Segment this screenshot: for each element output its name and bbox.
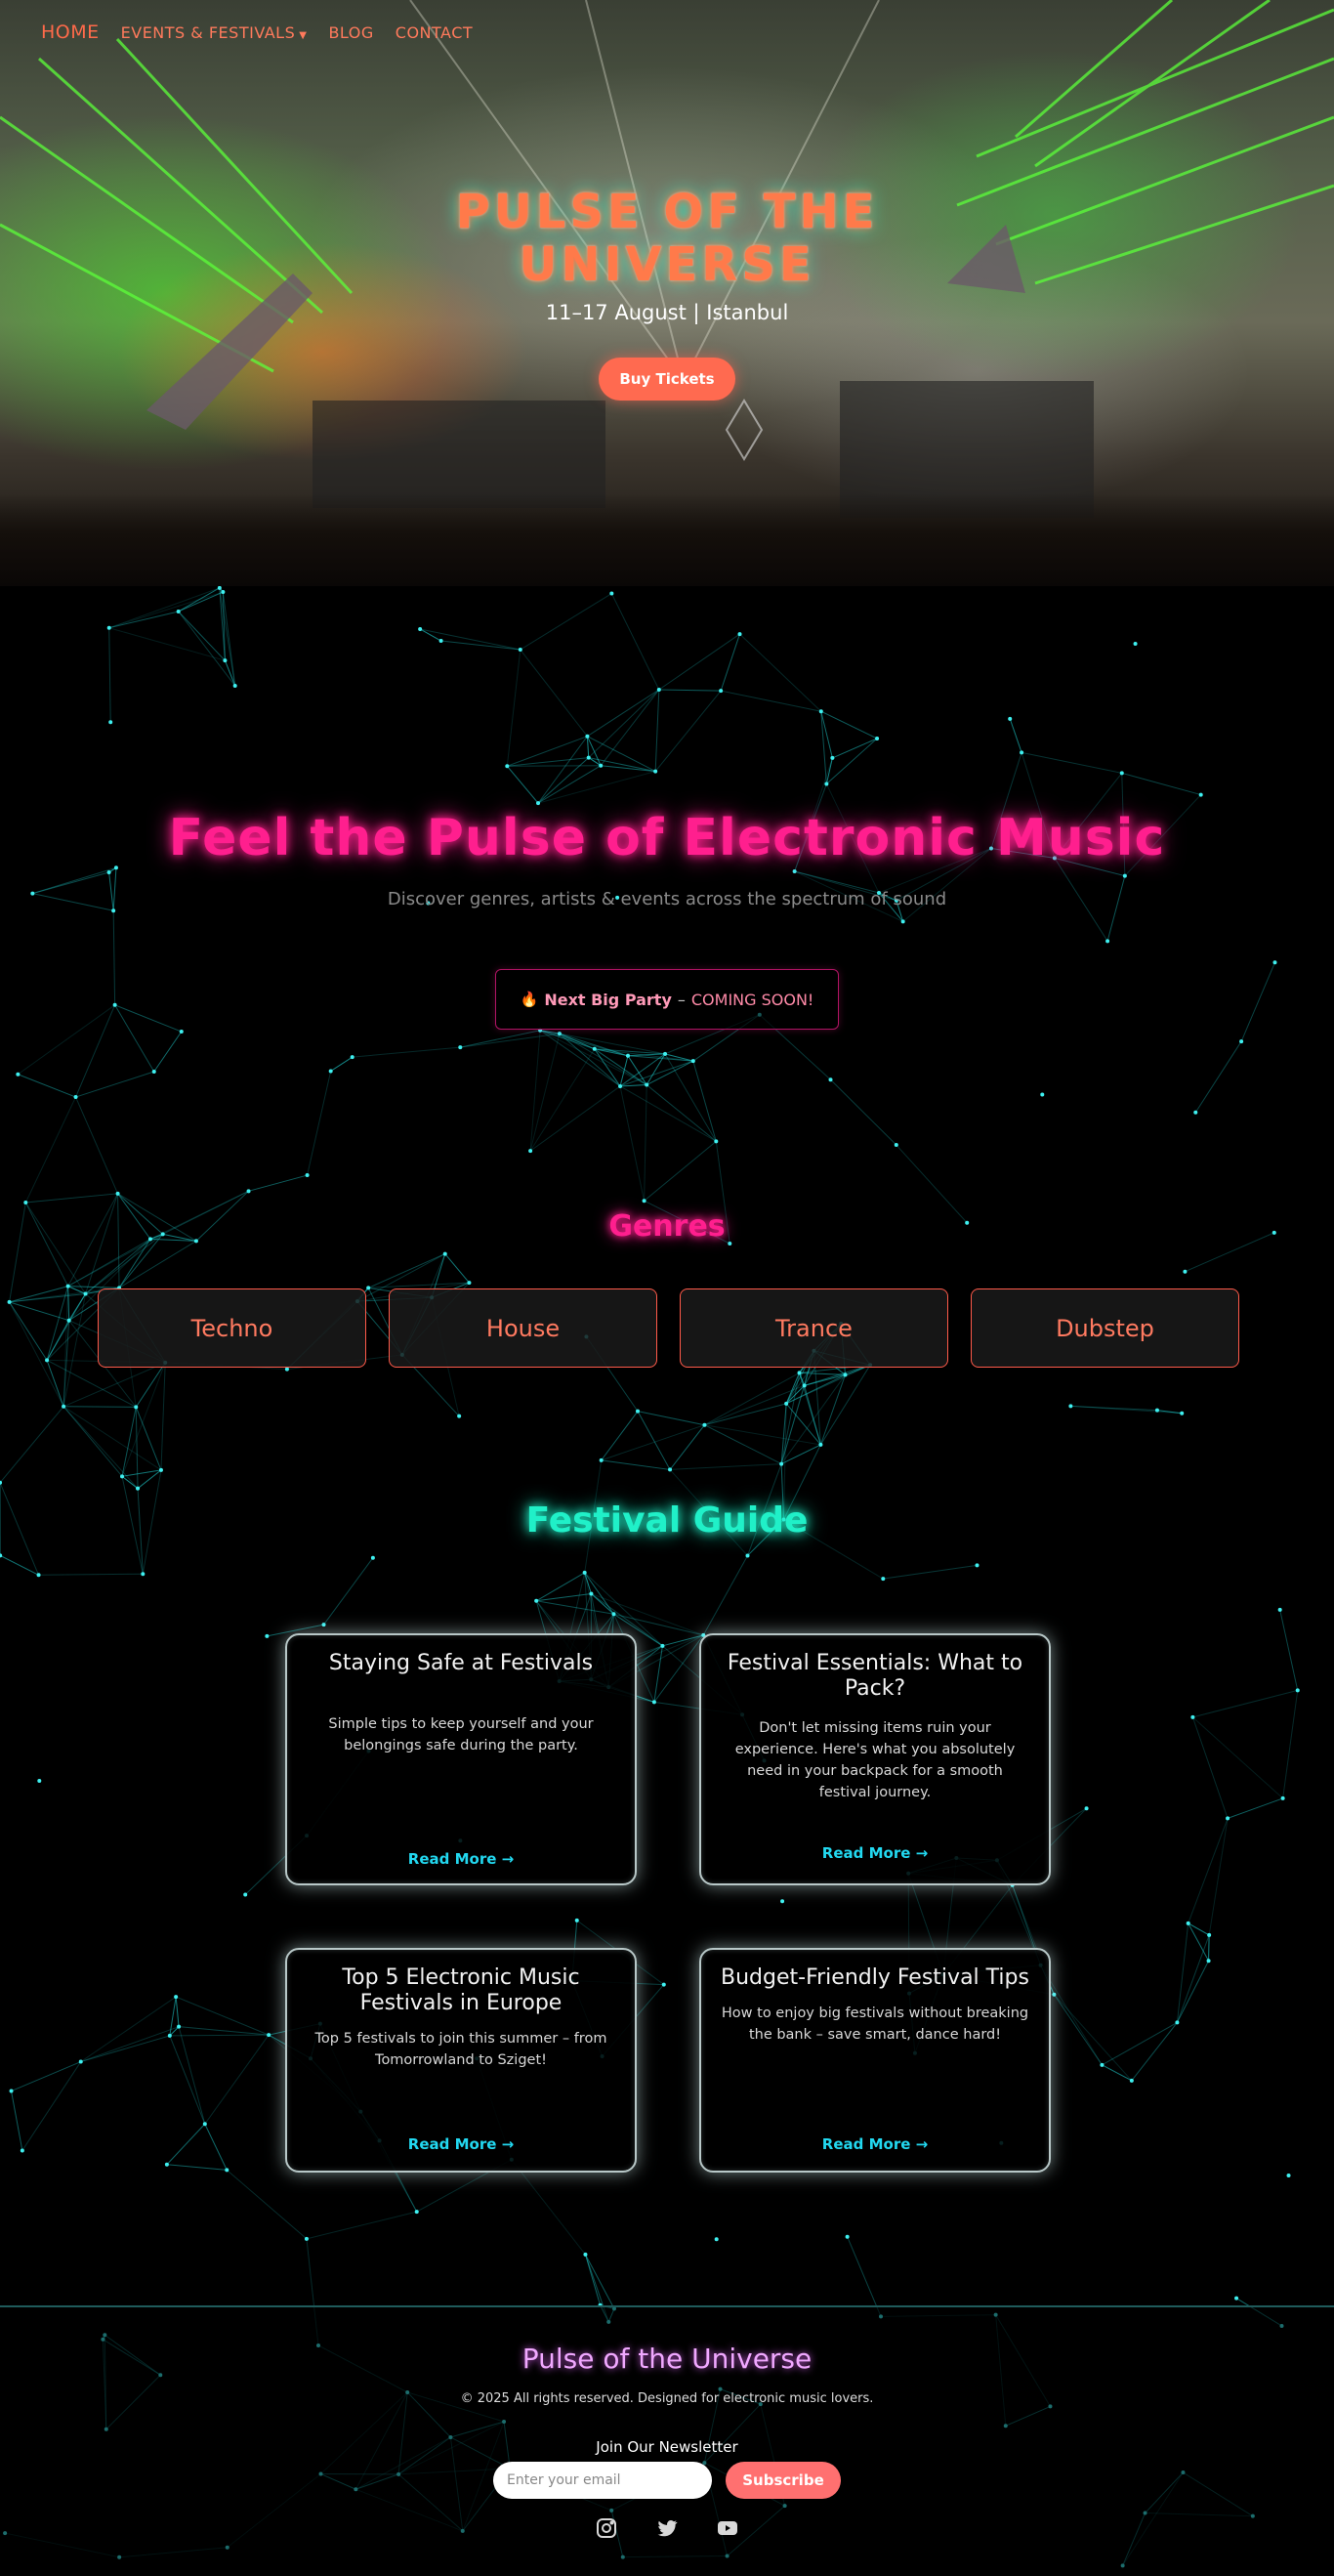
fire-icon: 🔥 [520,991,539,1008]
card-text: Don't let missing items ruin your experi… [734,1720,1016,1800]
nav-events-festivals[interactable]: EVENTS & FESTIVALS ▼ [121,23,308,42]
guide-card-essentials: Festival Essentials: What to Pack? Don't… [699,1633,1051,1885]
footer: Pulse of the Universe © 2025 All rights … [0,2305,1334,2576]
youtube-icon[interactable] [716,2516,739,2540]
nav-contact[interactable]: CONTACT [396,23,473,42]
badge-strong-text: Next Big Party [544,990,672,1009]
hero-title-line2: UNIVERSE [519,237,815,292]
main-nav: HOME EVENTS & FESTIVALS ▼ BLOG CONTACT [41,21,473,43]
genre-dubstep[interactable]: Dubstep [971,1288,1239,1368]
read-more-link[interactable]: Read More → [701,2135,1049,2153]
chevron-down-icon: ▼ [299,29,308,41]
card-title: Budget-Friendly Festival Tips [721,1965,1029,1990]
hero-date: 11–17 August | Istanbul [545,301,789,324]
intro-title: Feel the Pulse of Electronic Music [168,809,1166,867]
genres-list: Techno House Trance Dubstep [98,1288,1239,1368]
hero-section: HOME EVENTS & FESTIVALS ▼ BLOG CONTACT PU… [0,0,1334,586]
genre-techno[interactable]: Techno [98,1288,366,1368]
nav-home[interactable]: HOME [41,21,100,43]
instagram-icon[interactable] [595,2516,618,2540]
nav-blog[interactable]: BLOG [328,23,373,42]
festival-guide-title: Festival Guide [525,1500,809,1541]
card-text: Top 5 festivals to join this summer – fr… [314,2031,607,2068]
buy-tickets-button[interactable]: Buy Tickets [599,358,735,401]
genre-house[interactable]: House [389,1288,657,1368]
subscribe-button[interactable]: Subscribe [726,2462,841,2499]
nav-events-label: EVENTS & FESTIVALS [120,22,296,42]
card-title: Top 5 Electronic Music Festivals in Euro… [342,1965,580,2015]
guide-card-staying-safe: Staying Safe at Festivals Simple tips to… [285,1633,637,1885]
network-lines [0,587,1299,2566]
read-more-link[interactable]: Read More → [287,1850,635,1868]
social-links [0,2516,1334,2540]
hero-title-line1: PULSE OF THE [455,185,879,239]
read-more-link[interactable]: Read More → [701,1844,1049,1862]
card-title: Festival Essentials: What to Pack? [727,1651,1023,1701]
next-party-badge: 🔥 Next Big Party – COMING SOON! [495,969,839,1030]
card-title: Staying Safe at Festivals [328,1651,594,1675]
hero-title: PULSE OF THE UNIVERSE [0,186,1334,291]
network-nodes [0,586,1300,2568]
badge-coming-soon: COMING SOON! [690,990,814,1009]
genre-trance[interactable]: Trance [680,1288,948,1368]
newsletter-email-input[interactable] [493,2462,712,2499]
guide-card-top-festivals: Top 5 Electronic Music Festivals in Euro… [285,1948,637,2173]
network-background-graphic [0,586,1300,2568]
newsletter-label: Join Our Newsletter [596,2438,738,2456]
guide-card-budget-tips: Budget-Friendly Festival Tips How to enj… [699,1948,1051,2173]
intro-subtitle: Discover genres, artists & events across… [387,889,947,909]
card-text: How to enjoy big festivals without break… [721,2006,1029,2043]
copyright-text: © 2025 All rights reserved. Designed for… [460,2391,874,2406]
footer-title: Pulse of the Universe [521,2343,813,2375]
badge-dash: – [677,990,686,1009]
crowd-silhouette [0,493,1334,586]
genres-title: Genres [608,1209,726,1244]
card-text: Simple tips to keep yourself and your be… [328,1716,594,1753]
read-more-link[interactable]: Read More → [287,2135,635,2153]
twitter-icon[interactable] [655,2516,679,2540]
